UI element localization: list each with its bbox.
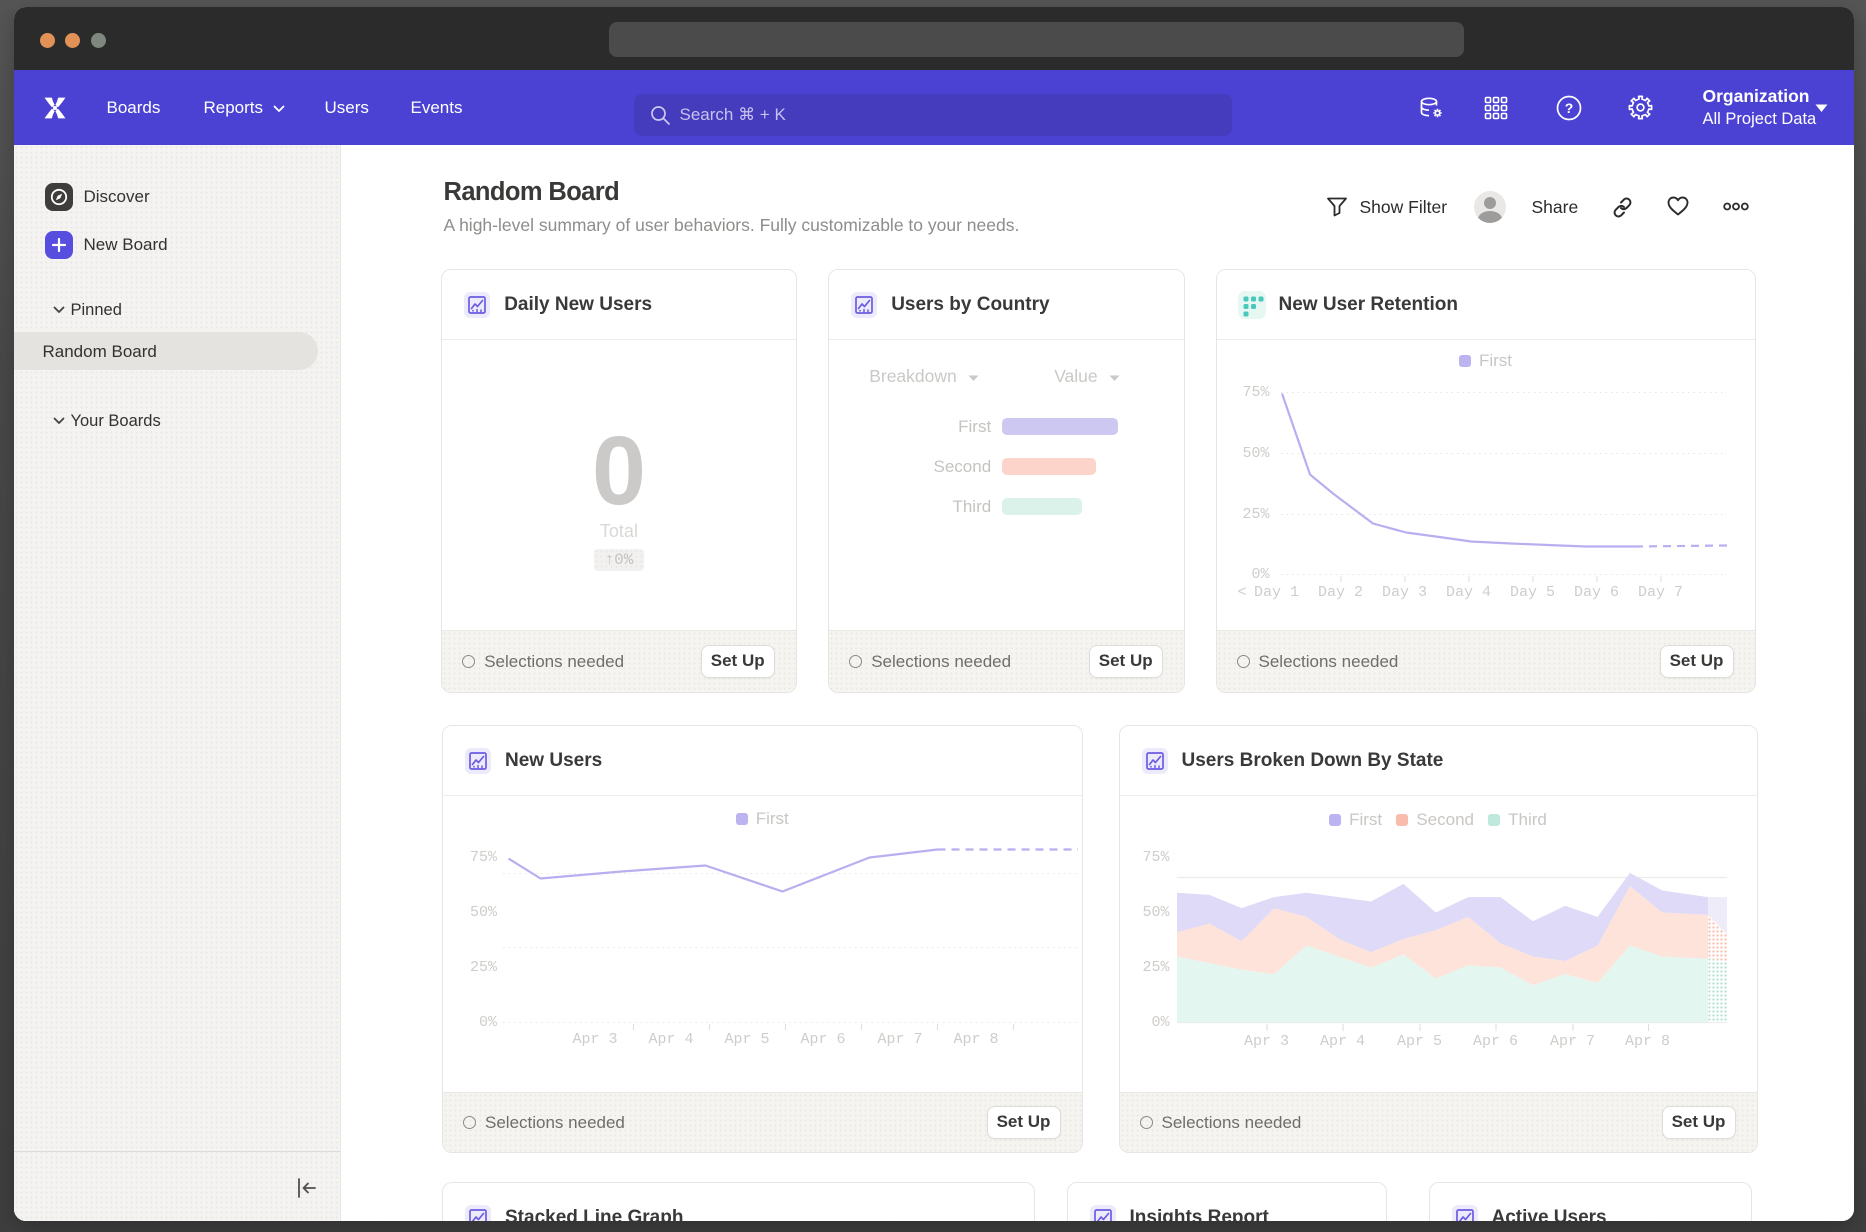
svg-text:?: ? <box>1564 100 1573 116</box>
